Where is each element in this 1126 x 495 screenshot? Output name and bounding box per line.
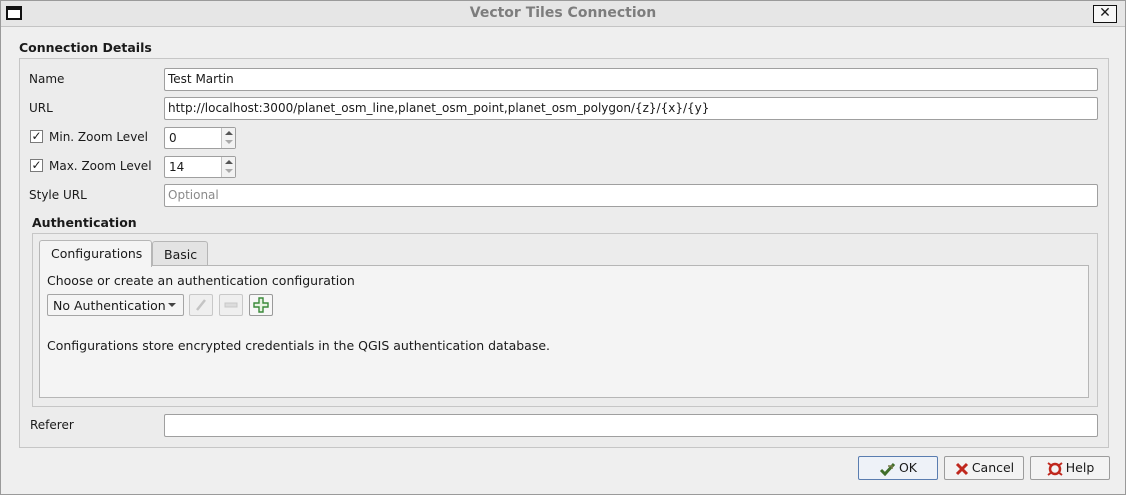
name-input[interactable]: Test Martin	[164, 68, 1098, 91]
style-url-label: Style URL	[29, 188, 87, 202]
remove-icon	[224, 302, 238, 308]
auth-config-select[interactable]: No Authentication	[47, 294, 184, 316]
chevron-up-icon[interactable]	[225, 160, 233, 164]
pencil-icon	[196, 299, 206, 311]
referer-label: Referer	[30, 418, 74, 432]
min-zoom-checkbox[interactable]: ✓	[30, 130, 43, 143]
cancel-button[interactable]: Cancel	[944, 456, 1024, 480]
chevron-down-icon[interactable]	[225, 169, 233, 173]
min-zoom-spinbox[interactable]: 0	[164, 127, 236, 149]
min-zoom-value: 0	[169, 131, 177, 145]
add-plus-icon	[253, 297, 269, 313]
referer-input[interactable]	[164, 414, 1098, 437]
chevron-down-icon	[168, 303, 176, 307]
ok-label: OK	[898, 460, 918, 475]
min-zoom-label: Min. Zoom Level	[49, 130, 149, 144]
max-zoom-value: 14	[169, 160, 185, 174]
cancel-label: Cancel	[971, 460, 1015, 475]
edit-config-button[interactable]	[189, 294, 213, 316]
add-config-button[interactable]	[249, 294, 273, 316]
help-label: Help	[1065, 460, 1095, 475]
title-bar[interactable]: Vector Tiles Connection ✕	[1, 1, 1125, 27]
auth-config-selected: No Authentication	[53, 298, 166, 313]
name-label: Name	[29, 72, 65, 86]
auth-prompt: Choose or create an authentication confi…	[47, 273, 355, 288]
cancel-x-icon	[955, 462, 968, 475]
chevron-up-icon[interactable]	[225, 131, 233, 135]
connection-details-title: Connection Details	[19, 40, 152, 55]
tab-configurations[interactable]: Configurations	[39, 240, 152, 267]
style-url-input[interactable]: Optional	[164, 184, 1098, 207]
ok-check-icon	[879, 462, 896, 476]
auth-info-text: Configurations store encrypted credentia…	[47, 338, 551, 353]
url-input[interactable]: http://localhost:3000/planet_osm_line,pl…	[164, 97, 1098, 120]
max-zoom-stepper[interactable]	[221, 157, 235, 177]
max-zoom-checkbox[interactable]: ✓	[30, 159, 43, 172]
ok-button[interactable]: OK	[858, 456, 938, 480]
min-zoom-stepper[interactable]	[221, 128, 235, 148]
close-icon[interactable]: ✕	[1093, 5, 1117, 23]
authentication-title: Authentication	[32, 215, 137, 230]
chevron-down-icon[interactable]	[225, 140, 233, 144]
help-icon	[1047, 461, 1063, 476]
remove-config-button[interactable]	[219, 294, 243, 316]
window-title: Vector Tiles Connection	[469, 5, 657, 21]
max-zoom-label: Max. Zoom Level	[49, 159, 152, 173]
help-button[interactable]: Help	[1030, 456, 1110, 480]
dialog-window: Vector Tiles Connection ✕ Connection Det…	[0, 0, 1126, 495]
tab-basic[interactable]: Basic	[152, 241, 208, 267]
max-zoom-spinbox[interactable]: 14	[164, 156, 236, 178]
url-label: URL	[29, 101, 53, 115]
